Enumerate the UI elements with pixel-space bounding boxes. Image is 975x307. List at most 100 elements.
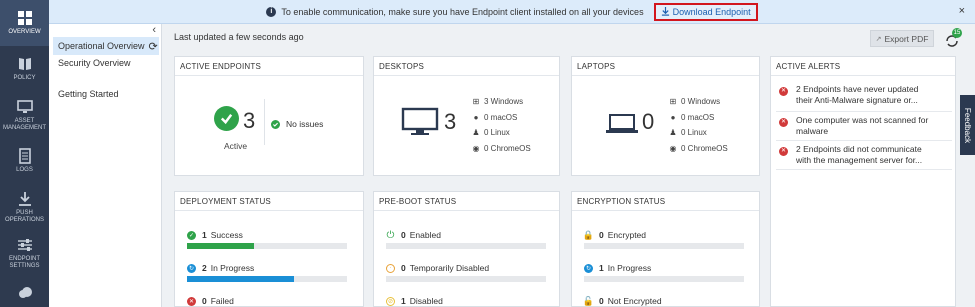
log-icon [18,148,31,164]
rail-label: OVERVIEW [8,29,41,35]
linux-icon: ♟ [472,128,480,138]
label: Disabled [409,296,443,306]
rail-item-push-operations[interactable]: PUSH OPERATIONS [0,184,49,230]
download-endpoint-button[interactable]: Download Endpoint [653,2,758,21]
deployment-failed-row[interactable]: ✕ 0 Failed [187,296,234,306]
desktops-card: DESKTOPS 3 ⊞ 3 Windows ● 0 macOS ♟ 0 Linux … [373,56,560,176]
preboot-status-card: PRE-BOOT STATUS ⏻ 0 Enabled · 0 Temporaril… [373,191,560,307]
export-icon: ↗ [875,35,882,43]
refresh-icon[interactable]: ⟳ [149,40,158,53]
os-row: ◉ 0 ChromeOS [668,141,728,157]
rail-label: ASSET MANAGEMENT [2,117,46,131]
count: 0 [599,296,604,306]
alert-text: One computer was not scanned for malware [796,115,929,136]
no-issues-status: No issues [271,119,323,129]
divider [776,111,952,112]
os-count: 0 ChromeOS [484,143,531,153]
export-pdf-label: Export PDF [884,33,929,44]
alert-item[interactable]: ✕ 2 Endpoints did not communicate with th… [779,144,951,166]
preboot-enabled-row[interactable]: ⏻ 0 Enabled [386,230,441,241]
notifications-button[interactable]: 15 [944,28,962,48]
download-icon [661,7,669,16]
active-label: Active [224,141,248,151]
subnav-item-getting-started[interactable]: Getting Started [53,85,159,103]
chrome-icon: ◉ [669,143,677,153]
last-updated-text: Last updated a few seconds ago [174,32,304,42]
download-icon [18,191,31,206]
install-banner: i To enable communication, make sure you… [49,0,975,24]
card-title: PRE-BOOT STATUS [374,192,559,211]
status-text: No issues [286,119,324,129]
encrypted-row[interactable]: 🔒 0 Encrypted [582,229,647,241]
label: Failed [210,296,234,306]
rail-label: POLICY [13,75,36,81]
lock-icon: 🔒 [582,229,595,240]
notification-badge: 15 [952,28,962,38]
rail-item-endpoint-settings[interactable]: ENDPOINT SETTINGS [0,230,49,276]
check-circle-icon [214,106,239,131]
collapse-sidebar-icon[interactable]: ‹ [152,24,156,36]
close-icon[interactable]: × [959,5,965,17]
apple-icon: ● [670,112,676,122]
label: Success [210,230,243,240]
card-title: LAPTOPS [572,57,759,76]
progress-icon: ↻ [584,263,593,273]
rail-label: LOGS [16,167,33,173]
progress-bar [386,243,546,249]
rail-item-policy[interactable]: POLICY [0,46,49,92]
active-alerts-card: ACTIVE ALERTS ✕ 2 Endpoints have never u… [770,56,956,307]
rail-item-logs[interactable]: LOGS [0,138,49,184]
count: 2 [202,263,207,273]
laptop-count: 0 [642,109,655,134]
subnav-label: Getting Started [58,89,119,99]
banner-message: To enable communication, make sure you h… [281,6,644,17]
chrome-icon: ◉ [472,143,480,153]
windows-icon: ⊞ [472,97,480,107]
os-row: ♟ 0 Linux [668,125,728,141]
divider [264,99,265,145]
deployment-success-row[interactable]: ✓ 1 Success [187,230,243,240]
subnav-item-operational-overview[interactable]: Operational Overview ⟳ [53,37,159,55]
os-count: 0 macOS [484,112,518,122]
label: Enabled [409,230,441,240]
desktop-os-list: ⊞ 3 Windows ● 0 macOS ♟ 0 Linux ◉ 0 ChromeOS [471,94,531,156]
rail-item-cloud[interactable] [0,280,49,307]
os-count: 0 Linux [681,128,707,138]
count: 0 [401,230,406,240]
monitor-icon [16,99,33,113]
download-endpoint-label: Download Endpoint [672,6,751,17]
label: In Progress [607,263,652,273]
alert-item[interactable]: ✕ 2 Endpoints have never updated their An… [779,84,951,106]
subnav-item-security-overview[interactable]: Security Overview [53,54,159,72]
preboot-temp-disabled-row[interactable]: · 0 Temporarily Disabled [386,263,489,273]
count: 0 [202,296,207,306]
alert-text: 2 Endpoints did not communicate with the … [796,144,923,165]
rail-item-overview[interactable]: OVERVIEW [0,0,49,46]
os-count: 0 Windows [681,97,721,107]
desktop-icon [401,107,439,135]
deployment-progress-row[interactable]: ↻ 2 In Progress [187,263,254,273]
count: 0 [401,263,406,273]
error-icon: ✕ [187,296,196,306]
book-icon [18,58,31,70]
card-title: DEPLOYMENT STATUS [175,192,363,211]
preboot-disabled-row[interactable]: ⊘ 1 Disabled [386,296,443,306]
os-row: ● 0 macOS [668,110,728,126]
export-pdf-button[interactable]: ↗ Export PDF [870,30,934,47]
card-title: ACTIVE ALERTS [771,57,955,76]
os-row: ⊞ 3 Windows [471,94,531,110]
feedback-label: Feedback [963,107,973,143]
alert-item[interactable]: ✕ One computer was not scanned for malwar… [779,115,951,137]
os-row: ⊞ 0 Windows [668,94,728,110]
label: Not Encrypted [607,296,662,306]
os-count: 0 Linux [484,128,510,138]
rail-item-asset-management[interactable]: ASSET MANAGEMENT [0,92,49,138]
label: Encrypted [607,230,647,240]
subnav-label: Operational Overview [58,41,145,51]
deployment-status-card: DEPLOYMENT STATUS ✓ 1 Success ↻ 2 In Progr… [174,191,364,307]
check-circle-icon [271,119,280,129]
encryption-progress-row[interactable]: ↻ 1 In Progress [584,263,651,273]
os-row: ♟ 0 Linux [471,125,531,141]
feedback-tab[interactable]: Feedback [960,95,975,155]
not-encrypted-row[interactable]: 🔓 0 Not Encrypted [583,296,662,307]
